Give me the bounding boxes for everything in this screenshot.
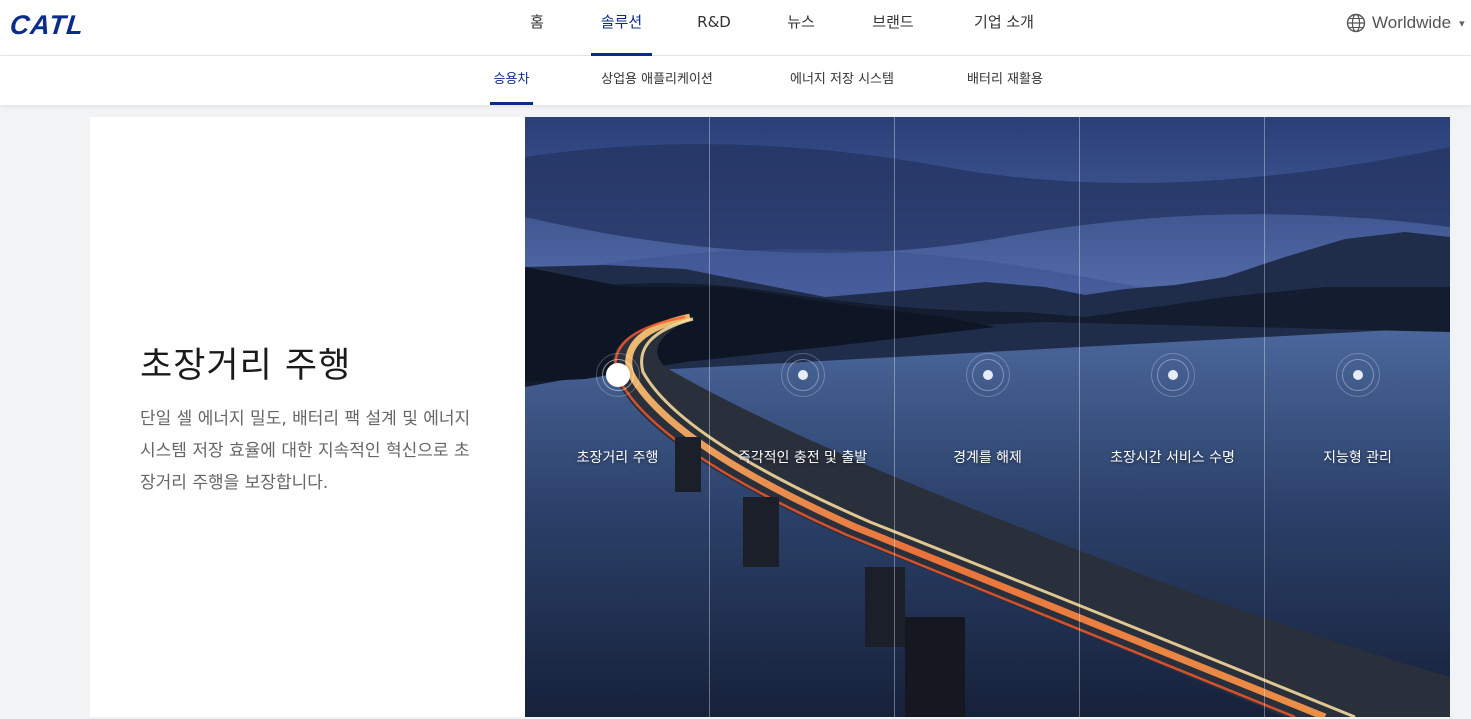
top-bar: CATL 홈 솔루션 R&D 뉴스 브랜드 기업 소개 Worldwide ▾ [0,0,1471,56]
hero-item-long-range[interactable]: 초장거리 주행 [525,117,710,717]
feature-description: 단일 셀 에너지 밀도, 배터리 팩 설계 및 에너지 시스템 저장 효율에 대… [140,409,471,493]
hero-item-label: 초장시간 서비스 수명 [1110,450,1235,466]
subnav-battery-recycling[interactable]: 배터리 재활용 [961,56,1049,105]
nav-brand[interactable]: 브랜드 [866,0,920,56]
indicator-dot [595,353,640,397]
globe-icon [1346,13,1366,33]
subnav-energy-storage[interactable]: 에너지 저장 시스템 [782,56,902,105]
chevron-down-icon: ▾ [1459,17,1465,30]
sub-nav: 승용차 상업용 애플리케이션 에너지 저장 시스템 배터리 재활용 [0,56,1471,105]
indicator-dot [965,353,1010,397]
hero-item-label: 경계를 해제 [953,450,1022,466]
hero-item-label: 초장거리 주행 [576,450,659,466]
hero-item-label: 지능형 관리 [1323,450,1392,466]
nav-solutions[interactable]: 솔루션 [591,0,652,56]
feature-title: 초장거리 주행 [140,346,352,386]
hero-item-service-life[interactable]: 초장시간 서비스 수명 [1080,117,1265,717]
indicator-dot [780,353,825,397]
subnav-passenger-cars[interactable]: 승용차 [490,56,533,105]
subnav-commercial[interactable]: 상업용 애플리케이션 [592,56,722,105]
region-selector[interactable]: Worldwide ▾ [1346,11,1465,35]
main-nav: 홈 솔루션 R&D 뉴스 브랜드 기업 소개 [0,0,1471,56]
indicator-dot [1335,353,1380,397]
hero-item-smart-management[interactable]: 지능형 관리 [1265,117,1450,717]
hero-item-instant-charge[interactable]: 즉각적인 충전 및 출발 [710,117,895,717]
nav-home[interactable]: 홈 [525,0,549,56]
nav-rnd[interactable]: R&D [696,0,732,56]
region-label: Worldwide [1372,13,1452,32]
feature-panel: 초장거리 주행 단일 셀 에너지 밀도, 배터리 팩 설계 및 에너지 시스템 … [90,117,525,717]
hero-image: 초장거리 주행 즉각적인 충전 및 출발 경계를 해제 초장시간 서비스 수명 … [525,117,1450,717]
hero-item-boundaries[interactable]: 경계를 해제 [895,117,1080,717]
indicator-dot [1150,353,1195,397]
nav-news[interactable]: 뉴스 [783,0,819,56]
hero-item-label: 즉각적인 충전 및 출발 [737,450,868,466]
nav-about[interactable]: 기업 소개 [968,0,1040,56]
